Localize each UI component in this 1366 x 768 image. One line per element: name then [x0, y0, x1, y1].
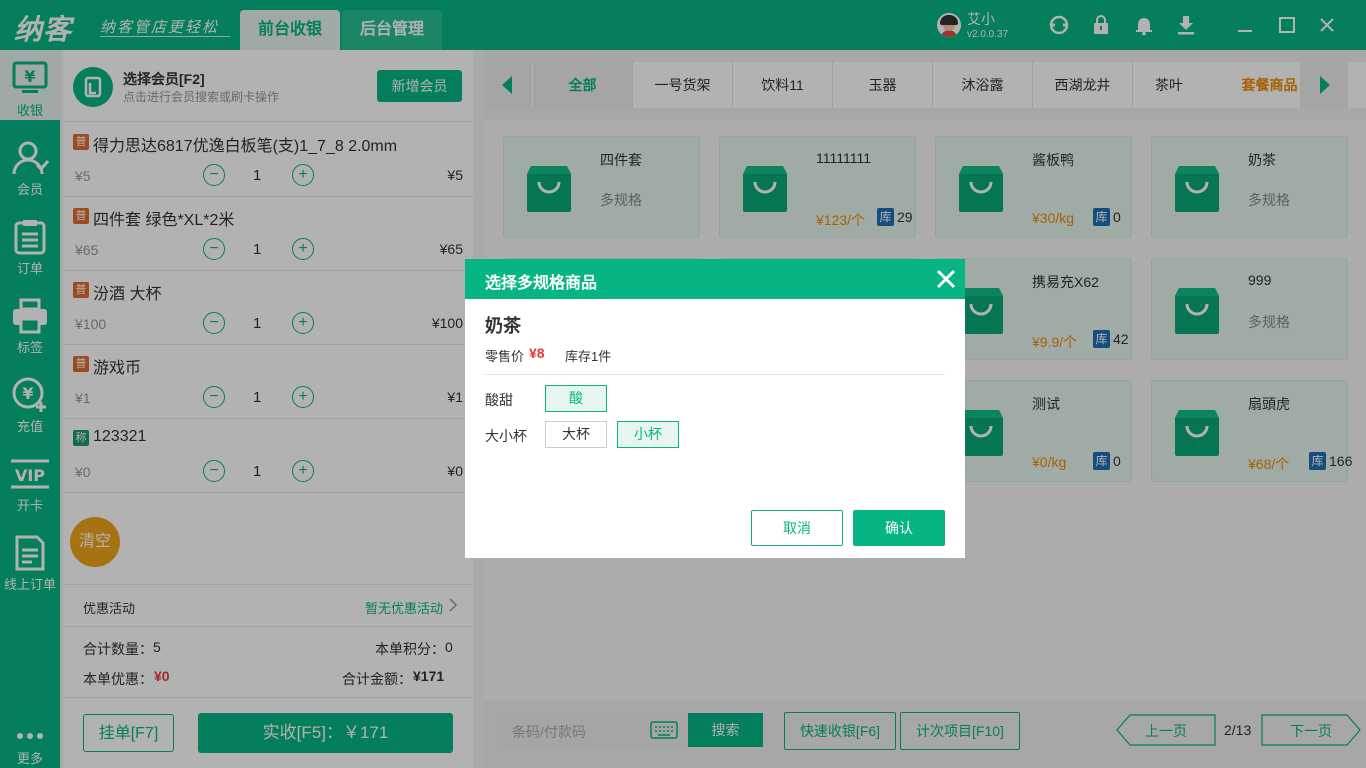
divider: [485, 374, 945, 375]
option-sour[interactable]: 酸: [545, 385, 607, 412]
option-small-cup[interactable]: 小杯: [617, 421, 679, 448]
spec-select-dialog: 选择多规格商品 奶茶 零售价 ¥8 库存1件 酸甜 酸 大小杯 大杯 小杯 取消…: [465, 259, 965, 558]
attr-label-size: 大小杯: [485, 428, 527, 444]
option-large-cup[interactable]: 大杯: [545, 421, 607, 448]
dialog-title: 选择多规格商品: [485, 275, 598, 292]
dialog-product-name: 奶茶: [485, 316, 521, 336]
retail-price-label: 零售价: [485, 349, 525, 364]
confirm-button[interactable]: 确认: [853, 510, 945, 546]
stock-info: 库存1件: [565, 349, 612, 364]
close-icon[interactable]: [935, 268, 957, 290]
attr-label-taste: 酸甜: [485, 392, 513, 408]
retail-price-value: ¥8: [529, 345, 545, 361]
dialog-header: 选择多规格商品: [465, 259, 965, 299]
cancel-button[interactable]: 取消: [751, 510, 843, 546]
